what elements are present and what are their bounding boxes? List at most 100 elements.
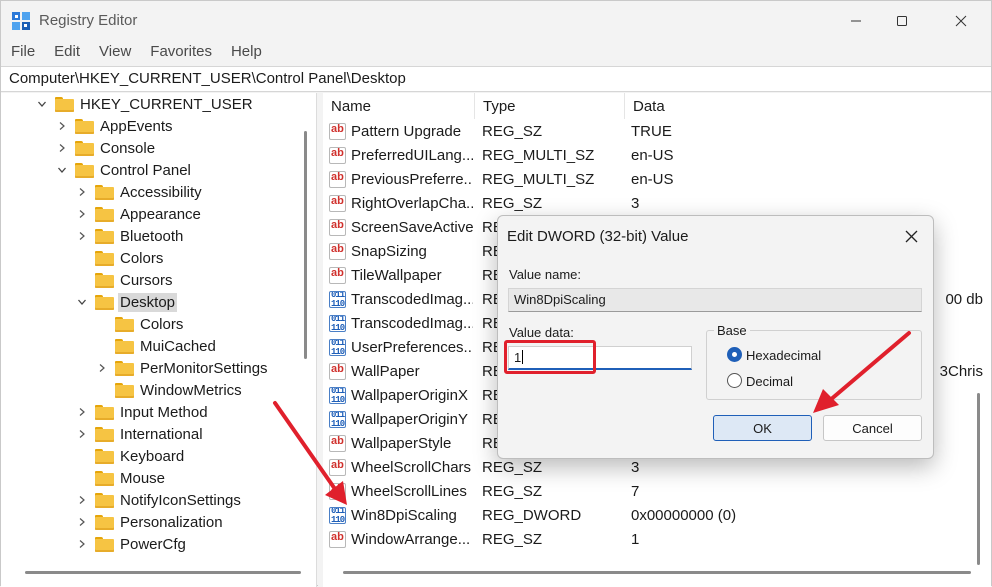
tree-item[interactable]: Mouse: [75, 467, 165, 489]
tree-item-label: Cursors: [120, 271, 173, 289]
chevron-right-icon[interactable]: [75, 537, 89, 551]
menu-favorites[interactable]: Favorites: [140, 41, 221, 65]
list-item[interactable]: ab Pattern Upgrade REG_SZ TRUE: [323, 120, 991, 144]
value-data: 00 db: [945, 291, 983, 308]
dialog-title: Edit DWORD (32-bit) Value: [507, 228, 689, 245]
menu-help[interactable]: Help: [221, 41, 271, 65]
folder-icon: [115, 382, 134, 398]
tree-item[interactable]: Keyboard: [75, 445, 184, 467]
tree-horizontal-scrollbar[interactable]: [25, 571, 301, 574]
column-header-data[interactable]: Data: [625, 93, 991, 119]
value-data: 0x00000000 (0): [631, 507, 737, 524]
tree-item[interactable]: Control Panel: [55, 159, 191, 181]
close-button[interactable]: [938, 1, 984, 41]
chevron-right-icon[interactable]: [75, 185, 89, 199]
string-value-icon: ab: [329, 363, 346, 380]
string-value-icon: ab: [329, 171, 346, 188]
list-item[interactable]: 011 110 Win8DpiScaling REG_DWORD 0x00000000 …: [323, 504, 991, 528]
folder-icon: [95, 184, 114, 200]
column-header-type[interactable]: Type: [475, 93, 625, 119]
binary-value-icon: 011 110: [329, 507, 346, 524]
chevron-down-icon[interactable]: [75, 295, 89, 309]
tree-item[interactable]: Personalization: [75, 511, 223, 533]
tree-item[interactable]: Appearance: [75, 203, 201, 225]
chevron-right-icon[interactable]: [75, 405, 89, 419]
tree-item[interactable]: Console: [55, 137, 155, 159]
cancel-button[interactable]: Cancel: [823, 415, 922, 441]
tree-item[interactable]: MuiCached: [95, 335, 216, 357]
value-name: WallPaper: [351, 363, 420, 380]
tree-item-label: NotifyIconSettings: [120, 491, 241, 509]
menu-edit[interactable]: Edit: [44, 41, 89, 65]
tree-item[interactable]: AppEvents: [55, 115, 173, 137]
decimal-radio[interactable]: [727, 373, 742, 388]
folder-icon: [95, 272, 114, 288]
chevron-right-icon[interactable]: [55, 119, 69, 133]
list-vertical-scrollbar[interactable]: [977, 393, 980, 565]
key-tree[interactable]: HKEY_CURRENT_USER AppEvents Console Control…: [1, 93, 317, 587]
list-item[interactable]: ab RightOverlapCha... REG_SZ 3: [323, 192, 991, 216]
folder-icon: [95, 294, 114, 310]
value-name: WallpaperOriginY: [351, 411, 468, 428]
value-type: REG_MULTI_SZ: [482, 171, 595, 188]
tree-item[interactable]: Colors: [75, 247, 163, 269]
decimal-label[interactable]: Decimal: [746, 374, 793, 389]
column-header-name[interactable]: Name: [323, 93, 475, 119]
folder-icon: [115, 360, 134, 376]
tree-vertical-scrollbar[interactable]: [304, 131, 307, 359]
list-item[interactable]: ab WheelScrollLines REG_SZ 7: [323, 480, 991, 504]
edit-dword-dialog: Edit DWORD (32-bit) Value Value name: Wi…: [497, 215, 934, 459]
value-data: 7: [631, 483, 640, 500]
list-item[interactable]: ab PreviousPreferre... REG_MULTI_SZ en-US: [323, 168, 991, 192]
list-horizontal-scrollbar[interactable]: [343, 571, 971, 574]
folder-icon: [115, 316, 134, 332]
tree-item[interactable]: HKEY_CURRENT_USER: [35, 93, 253, 115]
hexadecimal-radio[interactable]: [727, 347, 742, 362]
chevron-right-icon[interactable]: [75, 515, 89, 529]
tree-item[interactable]: International: [75, 423, 203, 445]
menu-view[interactable]: View: [89, 41, 140, 65]
list-item[interactable]: ab PreferredUILang... REG_MULTI_SZ en-US: [323, 144, 991, 168]
menu-file[interactable]: File: [1, 41, 44, 65]
value-data: en-US: [631, 171, 674, 188]
hexadecimal-label[interactable]: Hexadecimal: [746, 348, 821, 363]
chevron-right-icon[interactable]: [95, 361, 109, 375]
ok-button[interactable]: OK: [713, 415, 812, 441]
dialog-close-button[interactable]: [899, 224, 923, 248]
value-name: TranscodedImag...: [351, 315, 473, 332]
binary-value-icon: 011 110: [329, 339, 346, 356]
value-name: WallpaperOriginX: [351, 387, 468, 404]
address-bar[interactable]: Computer\HKEY_CURRENT_USER\Control Panel…: [1, 66, 991, 92]
tree-item-label: WindowMetrics: [140, 381, 242, 399]
tree-item[interactable]: PerMonitorSettings: [95, 357, 268, 379]
value-data: 1: [631, 531, 640, 548]
maximize-button[interactable]: [879, 1, 925, 41]
tree-item[interactable]: WindowMetrics: [95, 379, 242, 401]
chevron-down-icon[interactable]: [35, 97, 49, 111]
value-data: 3: [631, 195, 640, 212]
chevron-down-icon[interactable]: [55, 163, 69, 177]
tree-item[interactable]: Colors: [95, 313, 183, 335]
chevron-right-icon[interactable]: [75, 493, 89, 507]
tree-item[interactable]: Desktop: [75, 291, 178, 313]
chevron-right-icon[interactable]: [75, 229, 89, 243]
value-name: Pattern Upgrade: [351, 123, 462, 140]
tree-item[interactable]: NotifyIconSettings: [75, 489, 241, 511]
chevron-right-icon[interactable]: [55, 141, 69, 155]
value-name-label: Value name:: [509, 267, 582, 282]
tree-item[interactable]: Input Method: [75, 401, 208, 423]
title-bar[interactable]: Registry Editor: [1, 1, 991, 41]
list-item[interactable]: ab WindowArrange... REG_SZ 1: [323, 528, 991, 552]
chevron-right-icon[interactable]: [75, 427, 89, 441]
string-value-icon: ab: [329, 459, 346, 476]
string-value-icon: ab: [329, 435, 346, 452]
tree-item[interactable]: PowerCfg: [75, 533, 186, 555]
tree-item[interactable]: Accessibility: [75, 181, 202, 203]
list-item[interactable]: ab WheelScrollChars REG_SZ 3: [323, 456, 991, 480]
chevron-right-icon[interactable]: [75, 207, 89, 221]
value-data: 3: [631, 459, 640, 476]
minimize-button[interactable]: [833, 1, 879, 41]
tree-item[interactable]: Bluetooth: [75, 225, 183, 247]
tree-item[interactable]: Cursors: [75, 269, 173, 291]
